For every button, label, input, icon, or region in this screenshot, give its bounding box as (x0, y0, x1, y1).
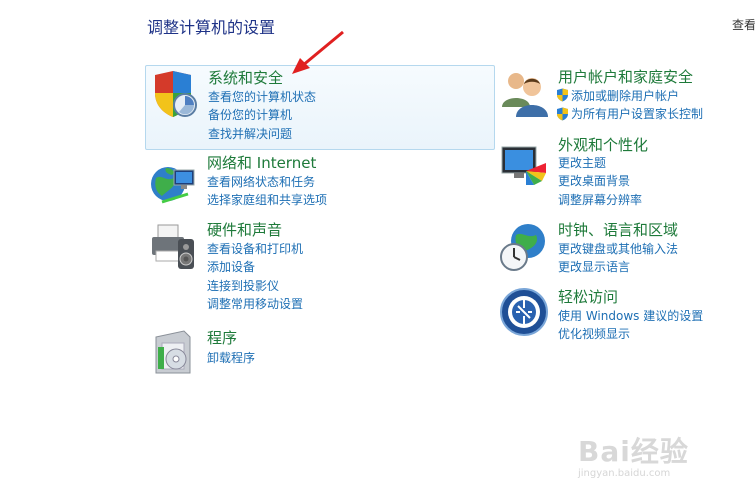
printer-speaker-icon (148, 221, 200, 273)
network-globe-icon (148, 156, 200, 208)
link-change-input-method[interactable]: 更改键盘或其他输入法 (558, 239, 678, 258)
link-parental-controls[interactable]: 为所有用户设置家长控制 (556, 105, 703, 124)
monitor-palette-icon (498, 141, 550, 193)
category-title-network[interactable]: 网络和 Internet (207, 152, 316, 173)
programs-box-icon (148, 327, 200, 379)
link-connect-projector[interactable]: 连接到投影仪 (207, 276, 303, 295)
category-title-appearance[interactable]: 外观和个性化 (558, 134, 648, 155)
category-appearance[interactable]: 外观和个性化 更改主题 更改桌面背景 调整屏幕分辨率 (496, 133, 751, 213)
link-add-remove-accounts[interactable]: 添加或删除用户帐户 (556, 86, 703, 105)
category-title-system-security[interactable]: 系统和安全 (208, 67, 283, 88)
uac-shield-icon (557, 88, 568, 102)
shield-icon (149, 69, 201, 121)
link-parental-controls-label: 为所有用户设置家长控制 (571, 107, 704, 122)
link-homegroup-sharing[interactable]: 选择家庭组和共享选项 (207, 191, 327, 210)
category-hardware-sound[interactable]: 硬件和声音 查看设备和打印机 添加设备 连接到投影仪 调整常用移动设置 (145, 219, 495, 314)
category-programs[interactable]: 程序 卸载程序 (145, 327, 495, 377)
category-user-accounts[interactable]: 用户帐户和家庭安全 添加或删除用户帐户 为所有用户设置家长控制 (496, 65, 751, 130)
ease-of-access-icon (498, 286, 550, 338)
link-change-display-language[interactable]: 更改显示语言 (558, 258, 678, 277)
uac-shield-icon (557, 107, 568, 121)
link-network-status[interactable]: 查看网络状态和任务 (207, 172, 327, 191)
link-optimize-video-display[interactable]: 优化视频显示 (558, 325, 703, 344)
link-change-theme[interactable]: 更改主题 (558, 153, 642, 172)
category-title-ease-access[interactable]: 轻松访问 (558, 286, 618, 307)
link-add-remove-accounts-label: 添加或删除用户帐户 (571, 88, 680, 103)
link-view-computer-status[interactable]: 查看您的计算机状态 (208, 87, 316, 106)
category-title-user-accounts[interactable]: 用户帐户和家庭安全 (558, 66, 693, 87)
annotation-arrow-icon (292, 30, 344, 74)
category-title-programs[interactable]: 程序 (207, 327, 237, 348)
category-ease-access[interactable]: 轻松访问 使用 Windows 建议的设置 优化视频显示 (496, 286, 751, 348)
users-icon (498, 67, 550, 119)
category-title-clock-region[interactable]: 时钟、语言和区域 (558, 219, 678, 240)
category-clock-region[interactable]: 时钟、语言和区域 更改键盘或其他输入法 更改显示语言 (496, 219, 751, 281)
link-devices-printers[interactable]: 查看设备和打印机 (207, 239, 303, 258)
category-title-hardware-sound[interactable]: 硬件和声音 (207, 219, 282, 240)
category-network[interactable]: 网络和 Internet 查看网络状态和任务 选择家庭组和共享选项 (145, 152, 495, 212)
link-windows-recommended-settings[interactable]: 使用 Windows 建议的设置 (558, 306, 703, 325)
link-change-background[interactable]: 更改桌面背景 (558, 172, 642, 191)
link-screen-resolution[interactable]: 调整屏幕分辨率 (558, 190, 642, 209)
view-by-label[interactable]: 查看 (732, 16, 755, 33)
clock-globe-icon (498, 221, 550, 273)
page-title: 调整计算机的设置 (147, 18, 276, 37)
link-backup-computer[interactable]: 备份您的计算机 (208, 106, 316, 125)
link-troubleshoot[interactable]: 查找并解决问题 (208, 124, 316, 143)
link-add-device[interactable]: 添加设备 (207, 258, 303, 277)
link-mobility-settings[interactable]: 调整常用移动设置 (207, 295, 303, 314)
link-uninstall-program[interactable]: 卸载程序 (207, 348, 255, 367)
watermark-url: jingyan.baidu.com (578, 468, 671, 479)
watermark-brand: Bai经验 (578, 435, 689, 468)
